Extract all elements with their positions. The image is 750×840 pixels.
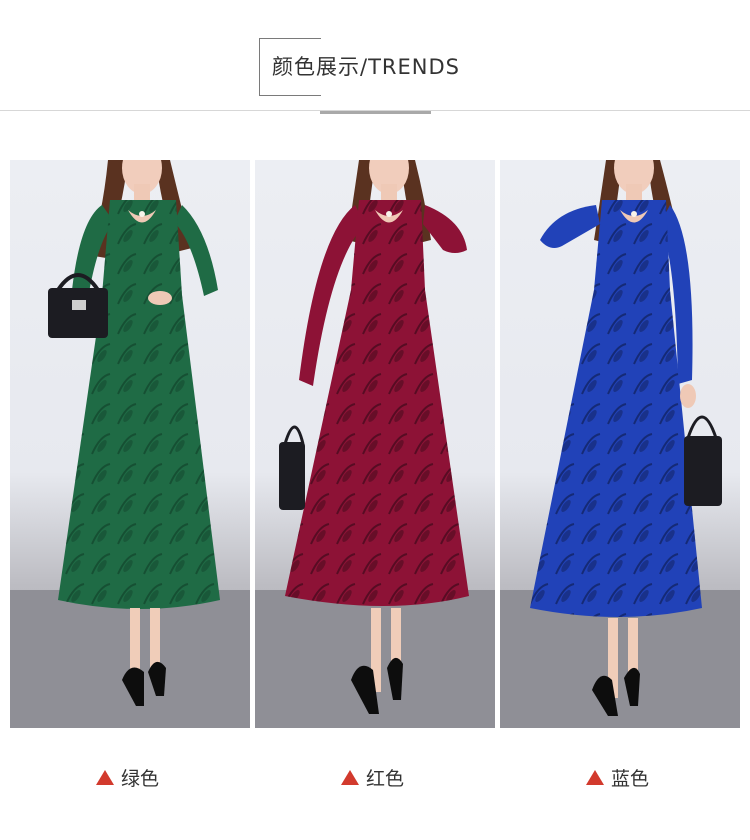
header-accent-bar [320,111,431,114]
triangle-up-icon [96,769,114,785]
product-photo-green [10,160,250,728]
section-header: 颜色展示/TRENDS [0,0,750,120]
color-label-green: 绿色 [96,760,159,794]
triangle-up-icon [586,769,604,785]
product-photo-red [255,160,495,728]
section-title: 颜色展示/TRENDS [272,55,460,79]
product-photo-blue [500,160,740,728]
color-label-text: 绿色 [121,767,160,790]
triangle-up-icon [341,769,359,785]
color-label-blue: 蓝色 [586,760,649,794]
color-label-text: 蓝色 [611,767,650,790]
color-label-red: 红色 [341,760,404,794]
color-display-page: 颜色展示/TRENDS 绿色 红色 蓝色 [0,0,750,840]
color-label-text: 红色 [366,767,405,790]
